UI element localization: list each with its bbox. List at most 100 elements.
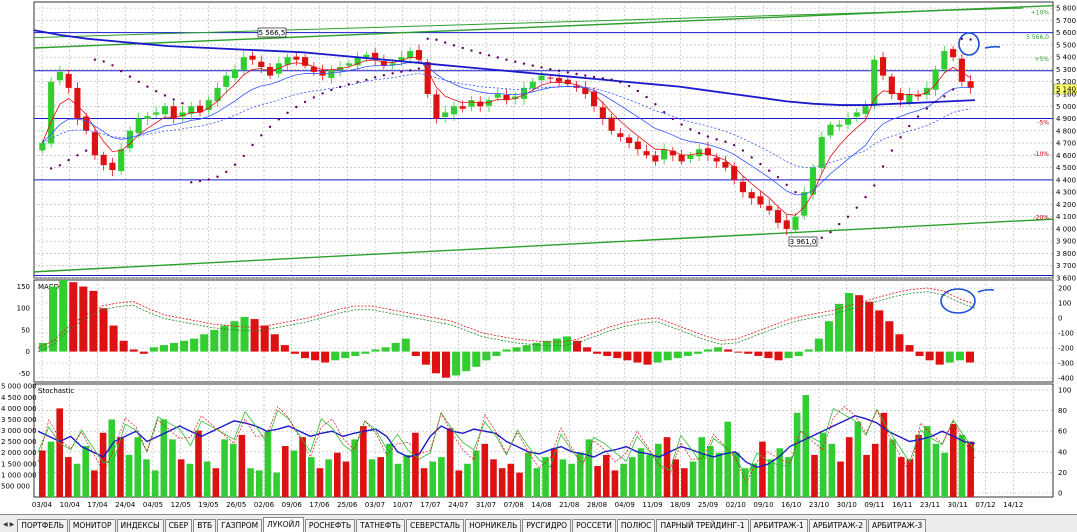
- macd-signal-line: [37, 291, 976, 353]
- tab-nav-arrows[interactable]: ◀ ▶: [0, 517, 17, 532]
- x-tick-label: 23/11: [920, 501, 940, 509]
- volume-bar: [724, 421, 732, 497]
- tab-9[interactable]: ТАТНЕФТЬ: [356, 519, 405, 532]
- price-panel[interactable]: 5 566,53 961,05 140,0+10%5 566,0+5%-5%-1…: [33, 4, 1077, 277]
- percent-level-label: -5%: [1037, 119, 1049, 126]
- macd-histogram-bar: [613, 351, 622, 359]
- tab-1[interactable]: ПОРТФЕЛЬ: [17, 519, 68, 532]
- macd-histogram-bar: [673, 351, 682, 359]
- x-tick-label: 31/07: [476, 501, 496, 509]
- macd-histogram-bar: [190, 338, 199, 352]
- volume-bar: [151, 470, 159, 497]
- volume-bar: [255, 470, 263, 497]
- price-tick-label: 5 100: [1056, 91, 1076, 99]
- x-tick-label: 25/09: [698, 501, 718, 509]
- tab-10[interactable]: СЕВЕРСТАЛЬ: [405, 519, 465, 532]
- volume-stochastic-panel[interactable]: Stochastic: [37, 387, 976, 497]
- volume-bar: [290, 450, 298, 497]
- x-tick-label: 02/06: [254, 501, 275, 509]
- candle-body: [617, 133, 624, 137]
- parabolic-sar-dot: [496, 56, 499, 59]
- tab-7[interactable]: ЛУКОЙЛ: [263, 517, 304, 532]
- tab-3[interactable]: ИНДЕКСЫ: [116, 519, 164, 532]
- macd-histogram-bar: [915, 351, 924, 356]
- trading-chart[interactable]: 5 566,53 961,05 140,0+10%5 566,0+5%-5%-1…: [0, 0, 1077, 514]
- parabolic-sar-dot: [347, 83, 351, 86]
- candle-body: [74, 87, 81, 119]
- x-tick-label: 25/06: [337, 501, 358, 509]
- x-tick-label: 19/05: [198, 501, 218, 509]
- volume-bar: [360, 426, 367, 497]
- volume-bar: [203, 461, 211, 497]
- macd-histogram-bar: [361, 351, 370, 354]
- macd-histogram-bar: [512, 347, 521, 352]
- tab-5[interactable]: ВТБ: [193, 519, 217, 532]
- candle-body: [468, 100, 475, 107]
- candle-body: [792, 216, 799, 230]
- volume-bar: [750, 463, 758, 497]
- x-tick-label: 12/05: [171, 501, 191, 509]
- parabolic-sar-dot: [172, 98, 175, 101]
- parabolic-sar-dot: [820, 236, 823, 239]
- parabolic-sar-dot: [697, 132, 701, 135]
- volume-bar: [932, 443, 940, 497]
- tab-11[interactable]: НОРНИКЕЛЬ: [465, 519, 522, 532]
- parabolic-sar-dot: [785, 183, 788, 187]
- candle-body: [643, 151, 650, 156]
- parabolic-sar-dot: [951, 88, 955, 91]
- tab-8[interactable]: РОСНЕФТЬ: [304, 519, 356, 532]
- macd-histogram-bar: [734, 351, 743, 353]
- parabolic-sar-dot: [969, 38, 972, 41]
- first-tab-icon[interactable]: ◀: [3, 521, 8, 528]
- tab-13[interactable]: РОССЕТИ: [572, 519, 616, 532]
- parabolic-sar-dot: [794, 190, 797, 194]
- parabolic-sar-dot: [268, 125, 272, 129]
- volume-bar: [212, 468, 220, 497]
- tab-6[interactable]: ГАЗПРОМ: [217, 519, 263, 532]
- volume-bar: [39, 450, 46, 497]
- parabolic-sar-dot: [759, 162, 762, 166]
- tab-15[interactable]: ПАРНЫЙ ТРЕЙДИНГ-1: [656, 519, 749, 532]
- candle-body: [135, 118, 142, 134]
- tab-17[interactable]: АРБИТРАЖ-2: [808, 519, 868, 532]
- parabolic-sar-dot: [435, 38, 438, 41]
- parabolic-sar-dot: [724, 140, 727, 143]
- volume-bar: [967, 441, 974, 497]
- price-tick-label: 4 300: [1056, 189, 1076, 197]
- parabolic-sar-dot: [76, 154, 79, 157]
- volume-left-tick: 3 500 000: [1, 416, 37, 424]
- tab-16[interactable]: АРБИТРАЖ-1: [749, 519, 808, 532]
- volume-bar: [793, 412, 801, 497]
- parabolic-sar-dot: [610, 78, 613, 81]
- macd-histogram-bar: [200, 334, 209, 352]
- macd-histogram-bar: [311, 351, 320, 361]
- tab-18[interactable]: АРБИТРАЖ-3: [868, 519, 927, 532]
- x-tick-label: 04/09: [615, 501, 635, 509]
- candle-body: [661, 149, 668, 160]
- tab-2[interactable]: МОНИТОР: [68, 519, 116, 532]
- candle-body: [223, 75, 230, 87]
- volume-bar: [524, 452, 532, 497]
- price-tick-label: 5 700: [1056, 17, 1076, 25]
- volume-bar: [307, 457, 315, 497]
- macd-histogram-bar: [804, 349, 813, 352]
- parabolic-sar-dot: [93, 58, 97, 61]
- tab-14[interactable]: ПОЛЮС: [616, 519, 656, 532]
- macd-histogram-bar: [683, 351, 692, 356]
- parabolic-sar-dot: [505, 58, 508, 61]
- ma-slow-line: [42, 73, 971, 168]
- tab-4[interactable]: СБЕР: [164, 519, 193, 532]
- volume-bar: [845, 437, 853, 497]
- macd-histogram-bar: [210, 329, 219, 352]
- last-tab-icon[interactable]: ▶: [10, 521, 15, 528]
- x-tick-label: 03/04: [32, 501, 53, 509]
- percent-level-label: -10%: [1033, 151, 1049, 158]
- parabolic-sar-dot: [225, 170, 228, 174]
- candle-body: [739, 181, 747, 193]
- candle-body: [65, 73, 72, 88]
- volume-bar: [767, 459, 775, 497]
- volume-bar: [429, 461, 437, 497]
- tab-12[interactable]: РУСГИДРО: [522, 519, 572, 532]
- candle-body: [538, 75, 545, 81]
- candle-body: [161, 106, 169, 115]
